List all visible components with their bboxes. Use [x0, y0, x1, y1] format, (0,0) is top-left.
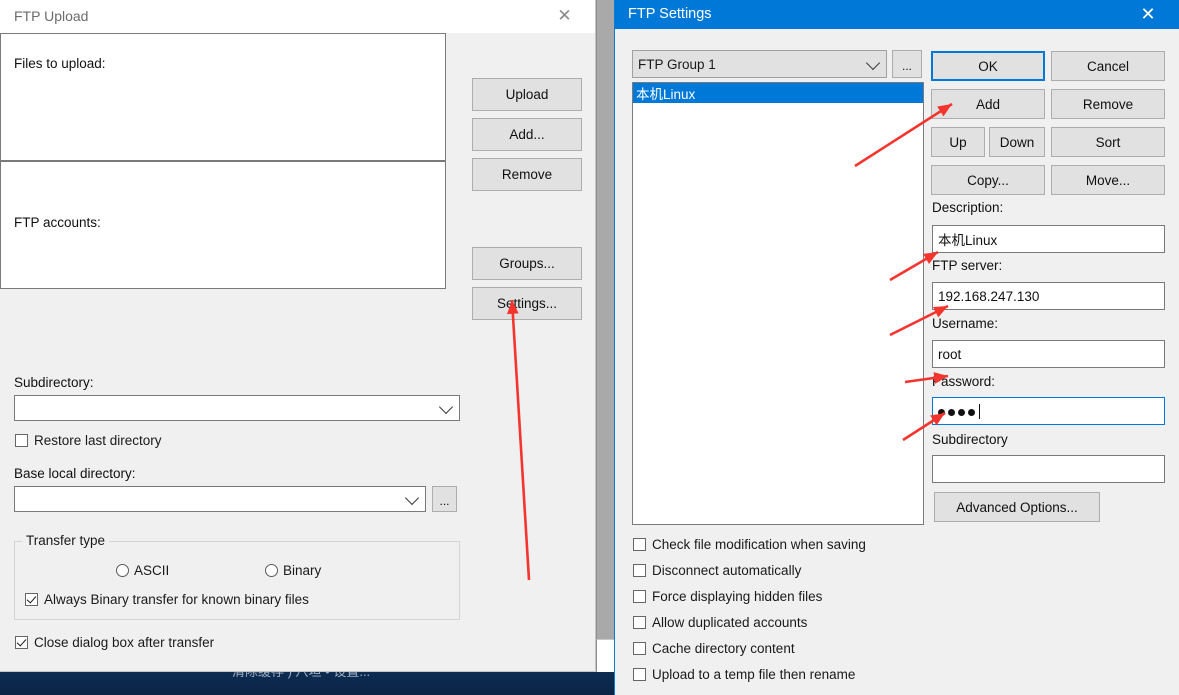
username-input[interactable]: root	[932, 340, 1165, 368]
ftp-accounts-label: FTP accounts:	[14, 215, 101, 230]
sort-button[interactable]: Sort	[1051, 127, 1165, 157]
password-dot	[948, 408, 955, 416]
binary-radio[interactable]: Binary	[265, 563, 321, 578]
background-bottom-strip	[596, 639, 615, 673]
upload-dialog-body: Files to upload: Upload Add... Remove FT…	[0, 33, 595, 671]
add-files-button[interactable]: Add...	[472, 118, 582, 151]
binary-label: Binary	[283, 563, 322, 578]
ftp-group-combo[interactable]: FTP Group 1	[632, 50, 887, 78]
settings-option-checkbox[interactable]: Force displaying hidden files	[633, 589, 822, 604]
upload-button[interactable]: Upload	[472, 78, 582, 111]
restore-last-directory-checkbox[interactable]: Restore last directory	[15, 433, 162, 448]
ftp-server-value: 192.168.247.130	[938, 288, 1040, 304]
checkbox-box	[633, 616, 646, 629]
password-dot	[958, 408, 965, 416]
settings-option-label: Allow duplicated accounts	[652, 615, 808, 630]
checkbox-box	[633, 642, 646, 655]
files-to-upload-label: Files to upload:	[14, 56, 106, 71]
settings-subdirectory-input[interactable]	[932, 455, 1165, 483]
ascii-radio[interactable]: ASCII	[116, 563, 169, 578]
add-account-button[interactable]: Add	[931, 89, 1045, 119]
ftp-settings-dialog: FTP Settings ✕ FTP Group 1 ... 本机Linux O…	[614, 0, 1179, 695]
settings-option-label: Disconnect automatically	[652, 563, 802, 578]
chevron-down-icon	[404, 490, 420, 506]
ftp-server-input[interactable]: 192.168.247.130	[932, 282, 1165, 310]
checkbox-box	[15, 636, 28, 649]
files-to-upload-list[interactable]	[0, 33, 446, 161]
checkbox-box	[15, 434, 28, 447]
upload-window-title: FTP Upload	[14, 8, 89, 24]
password-dot	[968, 408, 975, 416]
ftp-group-combo-value: FTP Group 1	[638, 56, 716, 72]
chevron-down-icon	[865, 55, 881, 71]
password-input[interactable]	[932, 397, 1165, 425]
subdirectory-label: Subdirectory:	[14, 375, 94, 390]
chevron-down-icon	[438, 399, 454, 415]
password-dot	[938, 408, 945, 416]
always-binary-label: Always Binary transfer for known binary …	[44, 592, 309, 607]
copy-button[interactable]: Copy...	[931, 165, 1045, 195]
move-up-button[interactable]: Up	[931, 127, 985, 157]
upload-title-bar: FTP Upload ✕	[0, 0, 595, 33]
checkbox-box	[633, 538, 646, 551]
settings-option-label: Cache directory content	[652, 641, 795, 656]
ascii-label: ASCII	[134, 563, 170, 578]
cancel-button[interactable]: Cancel	[1051, 51, 1165, 81]
settings-option-checkbox[interactable]: Upload to a temp file then rename	[633, 667, 855, 682]
password-label: Password:	[932, 374, 996, 389]
description-label: Description:	[932, 200, 1004, 215]
groups-button[interactable]: Groups...	[472, 247, 582, 280]
settings-button[interactable]: Settings...	[472, 287, 582, 320]
ftp-upload-dialog: FTP Upload ✕ Files to upload: Upload Add…	[0, 0, 596, 672]
settings-option-checkbox[interactable]: Allow duplicated accounts	[633, 615, 807, 630]
ok-button[interactable]: OK	[931, 51, 1045, 81]
text-caret	[979, 403, 980, 419]
settings-title-bar: FTP Settings ✕	[615, 0, 1179, 29]
ftp-group-browse-button[interactable]: ...	[892, 50, 922, 78]
settings-subdirectory-label: Subdirectory	[932, 432, 1008, 447]
settings-option-label: Check file modification when saving	[652, 537, 866, 552]
restore-last-directory-label: Restore last directory	[34, 433, 162, 448]
background-scrollbar[interactable]	[596, 0, 614, 672]
remove-files-button[interactable]: Remove	[472, 158, 582, 191]
ftp-accounts-listbox[interactable]: 本机Linux	[632, 82, 924, 525]
description-input[interactable]: 本机Linux	[932, 225, 1165, 253]
remove-account-button[interactable]: Remove	[1051, 89, 1165, 119]
transfer-type-legend: Transfer type	[22, 533, 110, 548]
close-icon[interactable]: ✕	[542, 0, 587, 32]
subdirectory-combo[interactable]	[14, 395, 460, 421]
settings-option-label: Force displaying hidden files	[652, 589, 823, 604]
ftp-server-label: FTP server:	[932, 258, 1003, 273]
base-local-directory-combo[interactable]	[14, 486, 426, 512]
username-label: Username:	[932, 316, 999, 331]
checkbox-box	[633, 564, 646, 577]
description-value: 本机Linux	[938, 233, 998, 248]
always-binary-checkbox[interactable]: Always Binary transfer for known binary …	[25, 592, 309, 607]
settings-option-checkbox[interactable]: Disconnect automatically	[633, 563, 801, 578]
close-after-transfer-label: Close dialog box after transfer	[34, 635, 215, 650]
settings-option-checkbox[interactable]: Cache directory content	[633, 641, 795, 656]
settings-option-label: Upload to a temp file then rename	[652, 667, 856, 682]
transfer-type-group	[14, 541, 460, 620]
advanced-options-button[interactable]: Advanced Options...	[934, 492, 1100, 522]
radio-circle	[116, 564, 129, 577]
browse-base-directory-button[interactable]: ...	[432, 486, 457, 512]
background-clipped-text: 清除缓存 ) 八坦 • 设置...	[232, 672, 572, 679]
username-value: root	[938, 346, 962, 362]
checkbox-box	[633, 668, 646, 681]
radio-circle	[265, 564, 278, 577]
checkbox-box	[633, 590, 646, 603]
move-button[interactable]: Move...	[1051, 165, 1165, 195]
move-down-button[interactable]: Down	[989, 127, 1045, 157]
settings-option-checkbox[interactable]: Check file modification when saving	[633, 537, 866, 552]
password-masked-value	[938, 404, 978, 419]
settings-window-title: FTP Settings	[628, 6, 712, 22]
close-after-transfer-checkbox[interactable]: Close dialog box after transfer	[15, 635, 214, 650]
list-item[interactable]: 本机Linux	[633, 83, 923, 103]
checkbox-box	[25, 593, 38, 606]
base-local-directory-label: Base local directory:	[14, 466, 136, 481]
close-icon[interactable]: ✕	[1127, 0, 1169, 29]
